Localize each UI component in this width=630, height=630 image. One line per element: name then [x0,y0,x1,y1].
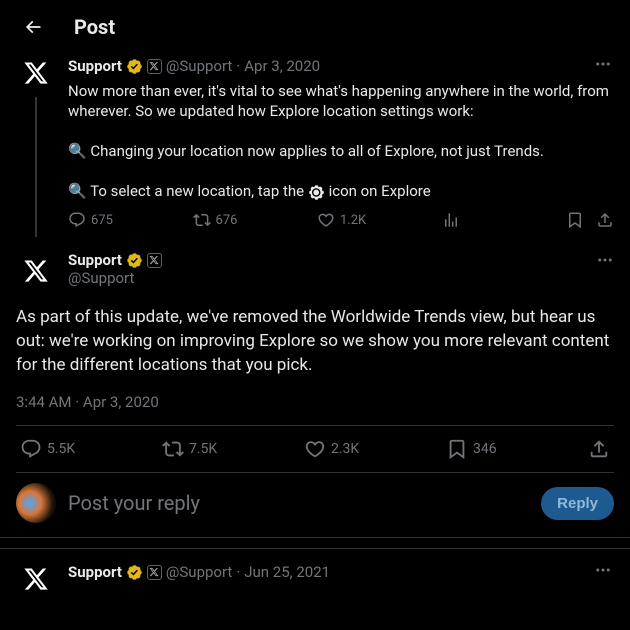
display-name[interactable]: Support [68,57,122,75]
display-name[interactable]: Support [68,563,122,581]
heart-icon [317,211,335,229]
share-icon [596,211,614,229]
bookmark-button[interactable]: 346 [446,438,588,460]
org-badge-icon [147,565,162,580]
views-button[interactable] [442,211,563,229]
user-avatar[interactable] [16,483,56,523]
avatar[interactable] [16,559,56,599]
heart-icon [304,438,326,460]
display-name[interactable]: Support [68,251,122,269]
handle[interactable]: @Support [166,563,232,581]
x-logo-icon [23,566,49,592]
org-badge-icon [147,253,162,268]
more-button[interactable] [596,251,614,273]
like-button[interactable]: 2.3K [304,438,446,460]
reply-input[interactable]: Post your reply [68,491,529,515]
post-timestamp[interactable]: 3:44 AM · Apr 3, 2020 [16,393,614,425]
bookmark-icon [566,211,584,229]
repost-icon [162,438,184,460]
handle[interactable]: @Support [68,269,162,287]
main-post: Support @Support As part of this update,… [0,241,630,473]
bookmark-icon [446,438,468,460]
reply-button[interactable]: 675 [68,211,189,229]
org-badge-icon [147,59,162,74]
arrow-left-icon [23,17,43,37]
post-text: As part of this update, we've removed th… [16,305,614,377]
handle[interactable]: @Support [166,57,232,75]
section-divider [0,537,630,549]
repost-button[interactable]: 7.5K [162,438,304,460]
more-button[interactable] [592,559,614,585]
post-text: Now more than ever, it's vital to see wh… [68,81,614,201]
post-date[interactable]: Apr 3, 2020 [244,57,320,75]
dots-icon [596,251,614,269]
x-logo-icon [23,60,49,86]
more-button[interactable] [592,53,614,79]
gear-icon [308,184,325,201]
reply-icon [68,211,86,229]
dots-icon [594,561,612,579]
thread-line [35,97,37,237]
avatar[interactable] [16,251,56,291]
repost-button[interactable]: 676 [193,211,314,229]
dots-icon [594,55,612,73]
bookmark-button[interactable] [566,211,584,229]
analytics-icon [442,211,460,229]
share-button[interactable] [596,211,614,229]
parent-post[interactable]: Support @Support · Apr 3, 2020 Now more … [0,53,630,241]
reply-icon [20,438,42,460]
x-logo-icon [23,258,49,284]
back-button[interactable] [16,10,50,44]
verified-badge-icon [126,252,143,269]
reply-button[interactable]: 5.5K [20,438,162,460]
reply-post[interactable]: Support @Support · Jun 25, 2021 [0,549,630,599]
repost-icon [193,211,211,229]
avatar[interactable] [16,53,56,93]
like-button[interactable]: 1.2K [317,211,438,229]
share-icon [588,438,610,460]
verified-badge-icon [126,564,143,581]
reply-submit-button[interactable]: Reply [541,487,614,520]
page-title: Post [74,15,115,39]
reply-composer[interactable]: Post your reply Reply [0,473,630,537]
verified-badge-icon [126,58,143,75]
share-button[interactable] [588,438,610,460]
post-date[interactable]: Jun 25, 2021 [244,563,330,581]
